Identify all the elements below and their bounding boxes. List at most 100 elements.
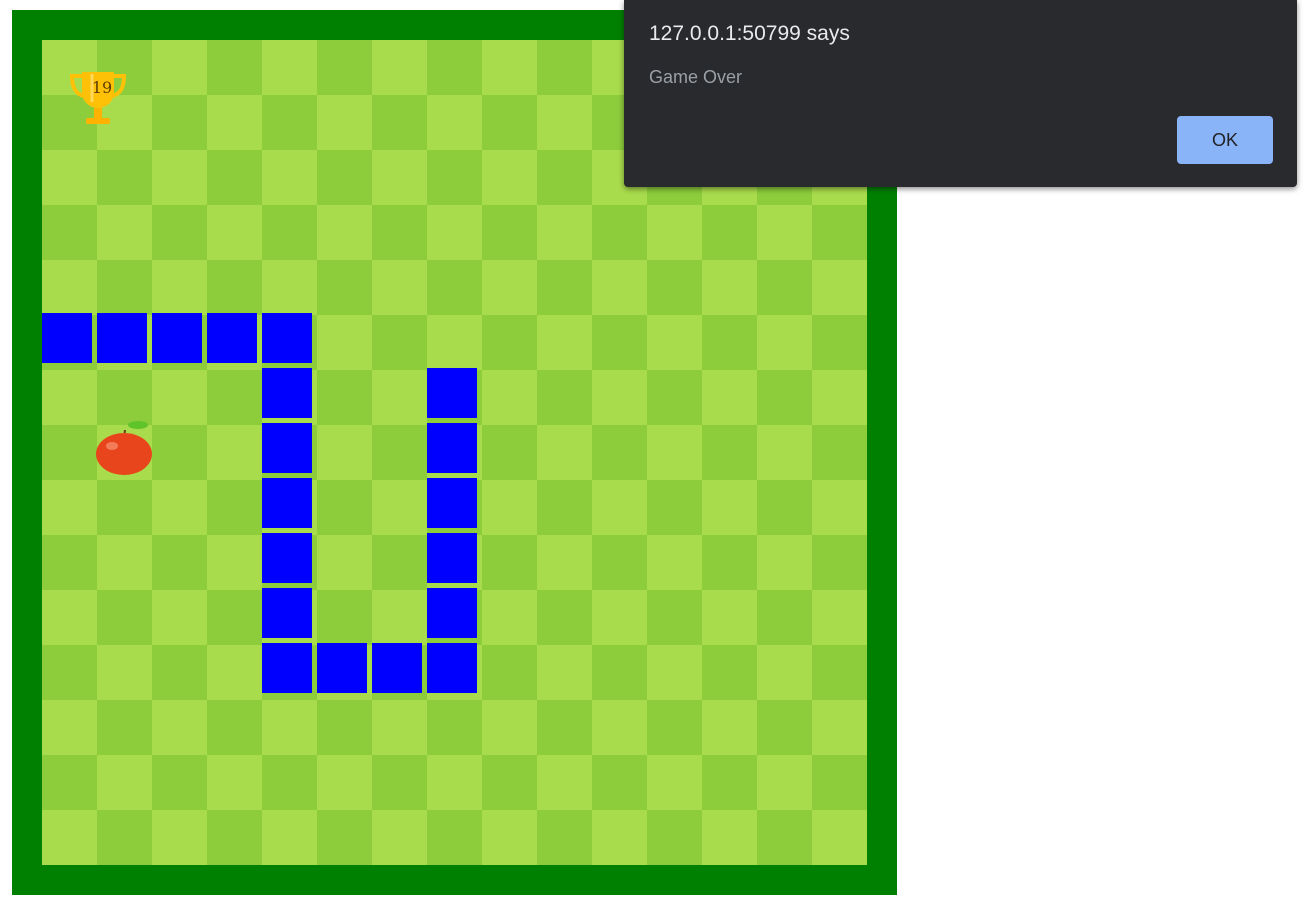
board-tile bbox=[372, 480, 427, 535]
board-tile bbox=[482, 150, 537, 205]
board-tile bbox=[42, 535, 97, 590]
board-tile bbox=[537, 370, 592, 425]
board-tile bbox=[427, 700, 482, 755]
board-tile bbox=[812, 205, 867, 260]
board-tile bbox=[42, 700, 97, 755]
board-tile bbox=[757, 370, 812, 425]
board-tile bbox=[812, 480, 867, 535]
board-tile bbox=[427, 315, 482, 370]
board-tile bbox=[372, 590, 427, 645]
board-tile bbox=[537, 810, 592, 865]
board-tile bbox=[262, 205, 317, 260]
board-tile bbox=[207, 700, 262, 755]
board-tile bbox=[647, 480, 702, 535]
board-tile bbox=[317, 755, 372, 810]
board-tile bbox=[152, 150, 207, 205]
board-tile bbox=[592, 755, 647, 810]
board-tile bbox=[427, 150, 482, 205]
board-tile bbox=[537, 700, 592, 755]
board-tile bbox=[427, 260, 482, 315]
board-tile bbox=[317, 260, 372, 315]
board-tile bbox=[317, 40, 372, 95]
board-tile bbox=[97, 645, 152, 700]
board-tile bbox=[647, 315, 702, 370]
board-tile bbox=[812, 535, 867, 590]
board-tile bbox=[207, 590, 262, 645]
board-tile bbox=[647, 205, 702, 260]
board-tile bbox=[152, 95, 207, 150]
board-tile bbox=[207, 95, 262, 150]
board-tile bbox=[592, 535, 647, 590]
board-tile bbox=[207, 645, 262, 700]
snake-segment bbox=[427, 533, 477, 583]
board-tile bbox=[427, 810, 482, 865]
trophy-icon bbox=[69, 72, 127, 124]
board-tile bbox=[262, 95, 317, 150]
board-tile bbox=[482, 205, 537, 260]
board-tile bbox=[372, 150, 427, 205]
board-tile bbox=[97, 700, 152, 755]
board-tile bbox=[482, 645, 537, 700]
board-tile bbox=[812, 590, 867, 645]
board-tile bbox=[812, 700, 867, 755]
board-tile bbox=[537, 480, 592, 535]
snake-segment bbox=[262, 313, 312, 363]
board-tile bbox=[757, 425, 812, 480]
board-tile bbox=[97, 370, 152, 425]
snake-segment bbox=[262, 478, 312, 528]
board-tile bbox=[482, 370, 537, 425]
board-tile bbox=[482, 315, 537, 370]
board-tile bbox=[372, 260, 427, 315]
board-tile bbox=[372, 315, 427, 370]
board-tile bbox=[97, 260, 152, 315]
board-tile bbox=[152, 425, 207, 480]
board-tile bbox=[262, 700, 317, 755]
board-tile bbox=[372, 700, 427, 755]
board-tile bbox=[702, 260, 757, 315]
board-tile bbox=[592, 425, 647, 480]
ok-button[interactable]: OK bbox=[1177, 116, 1273, 164]
board-tile bbox=[42, 205, 97, 260]
board-tile bbox=[207, 755, 262, 810]
board-tile bbox=[647, 370, 702, 425]
board-tile bbox=[757, 315, 812, 370]
board-tile bbox=[372, 810, 427, 865]
board-tile bbox=[372, 95, 427, 150]
board-tile bbox=[317, 370, 372, 425]
board-tile bbox=[757, 535, 812, 590]
board-tile bbox=[537, 535, 592, 590]
board-tile bbox=[592, 370, 647, 425]
snake-segment bbox=[427, 643, 477, 693]
board-tile bbox=[317, 205, 372, 260]
board-tile bbox=[262, 260, 317, 315]
board-tile bbox=[482, 700, 537, 755]
board-tile bbox=[152, 700, 207, 755]
board-tile bbox=[317, 700, 372, 755]
board-tile bbox=[42, 590, 97, 645]
snake-segment bbox=[262, 588, 312, 638]
board-tile bbox=[372, 535, 427, 590]
board-tile bbox=[702, 315, 757, 370]
board-tile bbox=[42, 260, 97, 315]
board-tile bbox=[97, 590, 152, 645]
board-tile bbox=[757, 645, 812, 700]
board-tile bbox=[812, 370, 867, 425]
board-tile bbox=[317, 810, 372, 865]
board-tile bbox=[42, 810, 97, 865]
board-tile bbox=[152, 535, 207, 590]
board-tile bbox=[812, 810, 867, 865]
snake-segment bbox=[427, 478, 477, 528]
board-tile bbox=[372, 370, 427, 425]
snake-segment bbox=[152, 313, 202, 363]
board-tile bbox=[537, 95, 592, 150]
apple-icon bbox=[96, 421, 152, 475]
board-tile bbox=[647, 260, 702, 315]
board-tile bbox=[592, 480, 647, 535]
board-tile bbox=[592, 810, 647, 865]
board-tile bbox=[152, 260, 207, 315]
board-tile bbox=[317, 480, 372, 535]
board-tile bbox=[97, 205, 152, 260]
board-tile bbox=[207, 150, 262, 205]
board-tile bbox=[702, 425, 757, 480]
snake-segment bbox=[427, 368, 477, 418]
